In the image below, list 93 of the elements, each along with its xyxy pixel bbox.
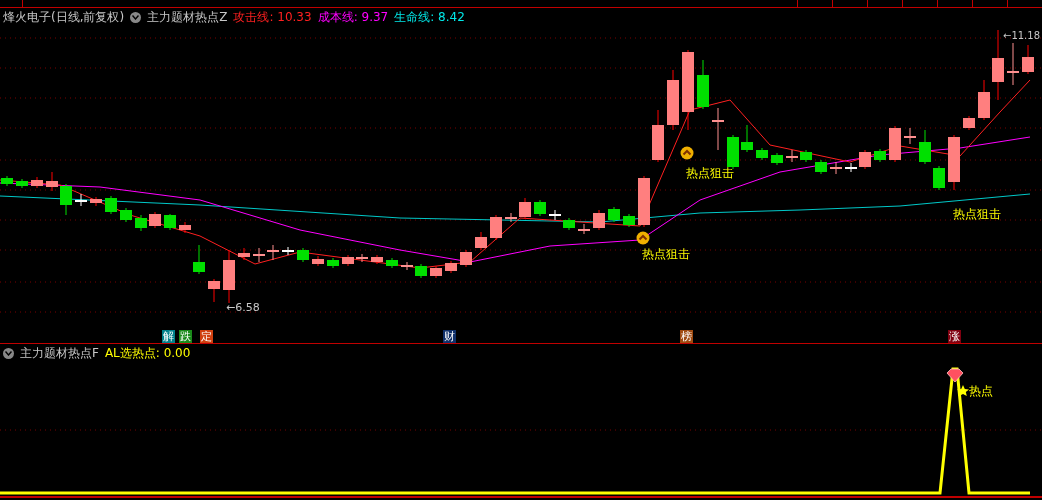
candlestick — [371, 254, 383, 265]
event-marker[interactable]: 解 — [162, 330, 175, 343]
candlestick — [120, 207, 132, 223]
candlestick — [75, 193, 87, 207]
candlestick — [815, 159, 827, 175]
candlestick — [638, 175, 650, 228]
candlestick — [800, 149, 812, 163]
candlestick — [490, 214, 502, 241]
candlestick — [31, 176, 43, 189]
event-marker[interactable]: 定 — [200, 330, 213, 343]
candlestick — [460, 249, 472, 268]
candlestick — [978, 79, 990, 121]
candlestick — [889, 125, 901, 163]
dropdown-icon[interactable] — [130, 11, 142, 23]
candlestick — [282, 246, 294, 256]
candlestick — [786, 149, 798, 163]
candlestick — [164, 213, 176, 231]
candlestick — [430, 265, 442, 279]
candlestick — [992, 29, 1004, 101]
candlestick — [963, 115, 975, 131]
candlestick — [519, 197, 531, 220]
indicator-name: 主力题材热点F — [20, 344, 99, 362]
candlestick — [623, 213, 635, 228]
candlestick — [208, 278, 220, 303]
candlestick — [223, 249, 235, 304]
candlestick — [60, 183, 72, 216]
signal-label: 热点狙击 — [953, 207, 1001, 221]
signal-label: 热点 — [969, 384, 993, 398]
candlestick — [608, 206, 620, 223]
stock-title: 烽火电子(日线,前复权) — [3, 8, 125, 26]
candlestick — [1022, 44, 1034, 75]
candlestick — [874, 148, 886, 163]
candlestick — [830, 161, 842, 175]
candlestick — [90, 196, 102, 207]
candlestick — [415, 263, 427, 279]
candlestick — [149, 211, 161, 229]
candlestick — [593, 209, 605, 231]
candlestick — [193, 244, 205, 275]
candlestick — [549, 209, 561, 221]
candlestick — [238, 247, 250, 261]
indicator-value: 成本线: 9.37 — [317, 8, 389, 26]
indicator-value: AL选热点: 0.00 — [104, 344, 191, 362]
candlestick — [667, 69, 679, 131]
candlestick — [771, 152, 783, 166]
indicator-value: 生命线: 8.42 — [394, 8, 465, 26]
candlestick — [741, 124, 753, 153]
event-marker[interactable]: 涨 — [948, 330, 961, 343]
candlestick — [756, 147, 768, 161]
gem-icon — [946, 368, 964, 383]
candlestick — [46, 171, 58, 192]
candlestick — [578, 223, 590, 235]
candlestick — [534, 199, 546, 217]
candlestick — [401, 261, 413, 271]
candlestick — [179, 221, 191, 234]
candlestick — [297, 247, 309, 263]
event-marker[interactable]: 榜 — [680, 330, 693, 343]
candlestick — [712, 107, 724, 151]
candlestick — [697, 59, 709, 110]
candlestick — [859, 149, 871, 170]
chevron-up-icon — [636, 231, 650, 245]
star-icon — [957, 385, 969, 396]
candlestick — [845, 162, 857, 173]
candlestick — [327, 257, 339, 269]
candlestick — [105, 195, 117, 215]
event-marker[interactable]: 财 — [443, 330, 456, 343]
candlestick — [342, 254, 354, 267]
candlestick — [445, 260, 457, 274]
candlestick — [652, 109, 664, 163]
candlestick — [475, 231, 487, 251]
signal-label: 热点狙击 — [686, 166, 734, 180]
candlestick — [505, 212, 517, 223]
indicator-name: 主力题材热点Z — [147, 8, 228, 26]
candlestick — [1, 175, 13, 187]
low-price-label: ←6.58 — [226, 301, 260, 314]
event-marker[interactable]: 跌 — [179, 330, 192, 343]
high-price-label: ←11.18 — [1003, 30, 1040, 41]
candlestick — [135, 214, 147, 232]
candlestick — [312, 255, 324, 267]
candlestick — [267, 244, 279, 261]
chevron-up-icon — [680, 146, 694, 160]
candlestick — [933, 165, 945, 191]
candlestick — [904, 127, 916, 145]
signal-label: 热点狙击 — [642, 247, 690, 261]
candlestick — [253, 247, 265, 263]
candlestick — [919, 129, 931, 165]
candlestick — [948, 134, 960, 191]
candlestick — [356, 253, 368, 263]
candlestick — [16, 178, 28, 189]
candlestick — [386, 257, 398, 269]
candlestick — [563, 217, 575, 231]
indicator-value: 攻击线: 10.33 — [233, 8, 312, 26]
candlestick — [1007, 42, 1019, 86]
dropdown-icon[interactable] — [3, 347, 14, 359]
